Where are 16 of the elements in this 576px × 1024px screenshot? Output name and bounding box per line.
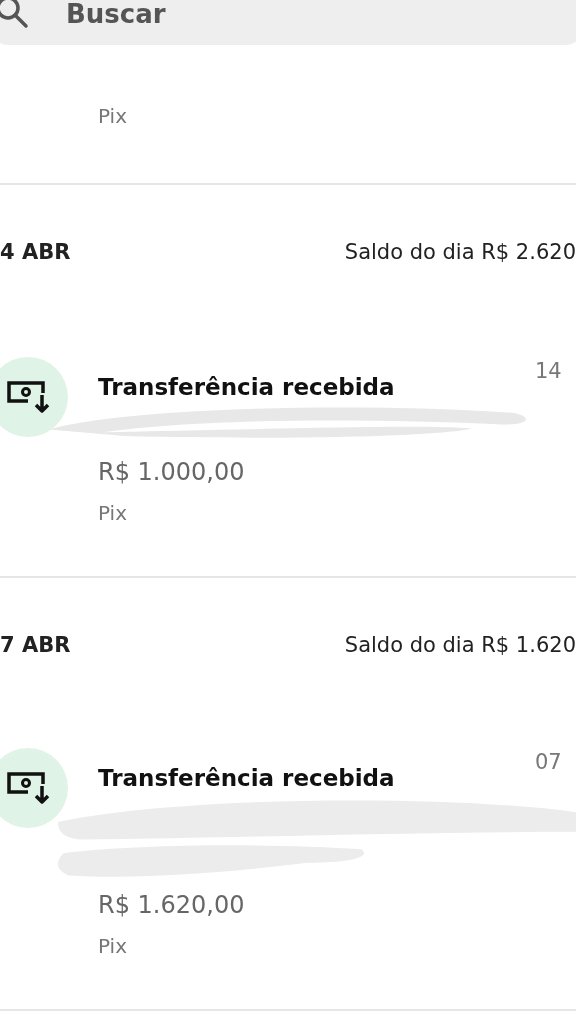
transaction-amount: R$ 1.000,00 <box>98 457 246 487</box>
money-download-icon <box>6 770 50 806</box>
search-field[interactable]: Buscar <box>66 0 266 29</box>
day-balance: Saldo do dia R$ 1.620 <box>344 633 576 657</box>
transaction-date: 14 <box>535 359 563 383</box>
day-date: 7 ABR <box>0 633 71 657</box>
transaction-date: 07 <box>535 750 563 774</box>
payment-method: Pix <box>98 933 128 959</box>
transaction-amount: R$ 1.620,00 <box>98 890 246 920</box>
transaction-title: Transferência recebida <box>98 373 396 402</box>
payment-method: Pix <box>98 103 128 129</box>
transaction-title: Transferência recebida <box>98 764 396 793</box>
day-date: 4 ABR <box>0 240 71 264</box>
money-download-icon <box>6 379 50 415</box>
day-balance: Saldo do dia R$ 2.620 <box>344 240 576 264</box>
payment-method: Pix <box>98 500 128 526</box>
